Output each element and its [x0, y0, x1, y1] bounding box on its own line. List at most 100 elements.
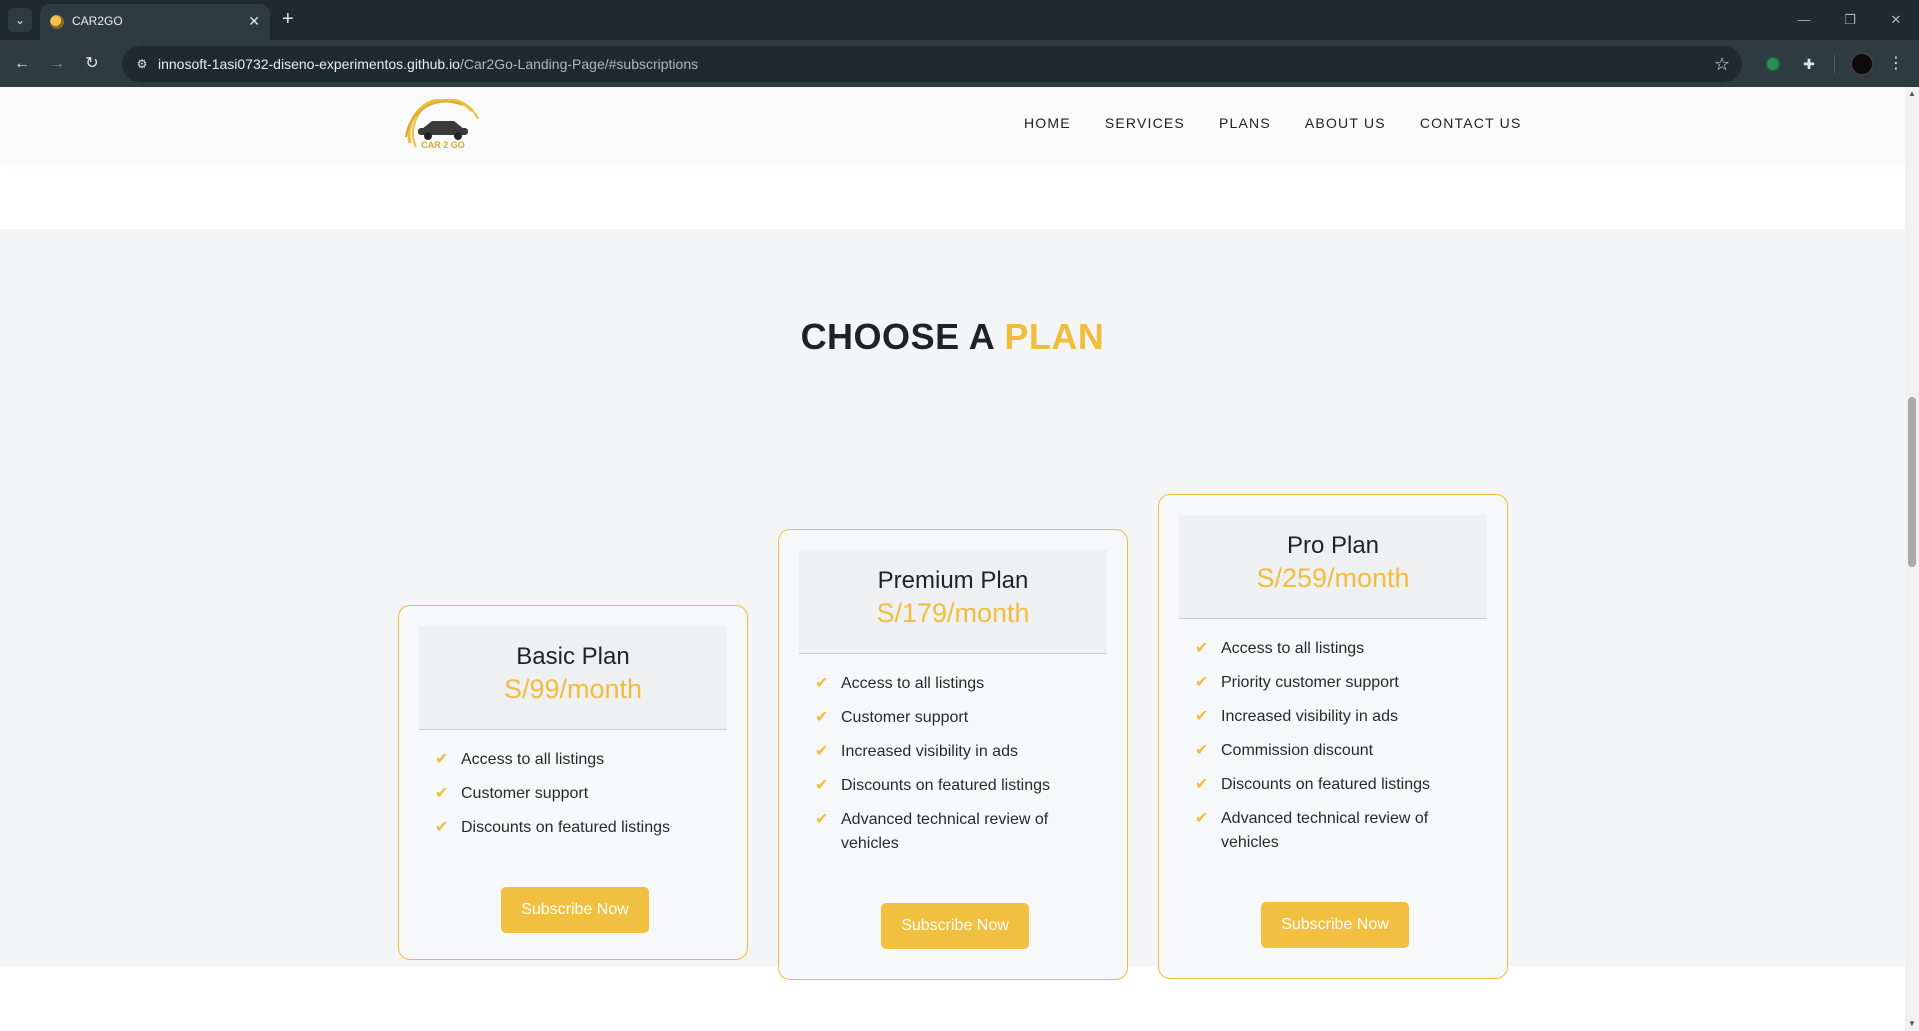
feature-item: ✔ Customer support — [435, 782, 725, 806]
feature-item: ✔ Access to all listings — [435, 748, 725, 772]
plan-price: S/179/month — [876, 598, 1030, 628]
close-tab-icon[interactable]: ✕ — [248, 12, 260, 30]
car2go-logo[interactable]: CAR 2 GO — [402, 97, 484, 155]
extensions-puzzle-icon[interactable]: ✚ — [1798, 53, 1820, 75]
back-arrow-icon[interactable]: ← — [10, 52, 34, 76]
forward-arrow-icon[interactable]: → — [45, 52, 69, 76]
plan-card-basic: Basic Plan S/99/month ✔ Access to all lis… — [398, 605, 748, 960]
browser-tab-car2go[interactable]: CAR2GO ✕ — [40, 4, 270, 40]
check-icon: ✔ — [815, 709, 829, 726]
main-navigation: HOME SERVICES PLANS ABOUT US CONTACT US — [1024, 115, 1522, 131]
feature-list: ✔ Access to all listings ✔ Priority custom… — [1195, 637, 1485, 865]
page-viewport: CAR 2 GO HOME SERVICES PLANS ABOUT US CO… — [0, 87, 1919, 1031]
feature-text: Increased visibility in ads — [1221, 708, 1398, 725]
feature-text: Access to all listings — [1221, 640, 1365, 657]
feature-item: ✔ Increased visibility in ads — [1195, 705, 1485, 729]
address-bar[interactable]: ⚙ innosoft-1asi0732-diseno-experimentos.… — [122, 46, 1742, 82]
feature-list: ✔ Access to all listings ✔ Customer suppor… — [435, 748, 725, 850]
check-icon: ✔ — [815, 743, 829, 760]
feature-item: ✔ Commission discount — [1195, 739, 1485, 763]
feature-text: Access to all listings — [841, 675, 985, 692]
check-icon: ✔ — [1195, 708, 1209, 725]
feature-item: ✔ Advanced technical review of vehicles — [815, 808, 1105, 856]
browser-menu-kebab-icon[interactable]: ⋮ — [1888, 52, 1904, 76]
tab-search-chevron-down-icon[interactable]: ⌄ — [8, 8, 32, 32]
subscribe-basic-button[interactable]: Subscribe Now — [501, 887, 649, 933]
green-extension-icon[interactable] — [1762, 53, 1784, 75]
feature-text: Priority customer support — [1221, 674, 1399, 691]
url-text[interactable]: innosoft-1asi0732-diseno-experimentos.gi… — [158, 56, 698, 72]
feature-text: Increased visibility in ads — [841, 743, 1018, 760]
plan-name: Premium Plan — [877, 567, 1029, 594]
reload-icon[interactable]: ↻ — [80, 52, 104, 76]
check-icon: ✔ — [815, 811, 829, 828]
plan-card-pro: Pro Plan S/259/month ✔ Access to all list… — [1158, 494, 1508, 979]
check-icon: ✔ — [1195, 810, 1209, 827]
feature-list: ✔ Access to all listings ✔ Customer suppor… — [815, 672, 1105, 866]
scrollbar-thumb[interactable] — [1908, 397, 1916, 567]
feature-item: ✔ Discounts on featured listings — [1195, 773, 1485, 797]
scroll-down-arrow-icon[interactable]: ▼ — [1907, 1019, 1917, 1029]
plan-price: S/99/month — [503, 674, 643, 704]
nav-plans[interactable]: PLANS — [1219, 115, 1271, 131]
feature-text: Advanced technical review of vehicles — [1221, 810, 1429, 851]
feature-text: Access to all listings — [461, 751, 605, 768]
new-tab-plus-icon[interactable]: + — [282, 8, 294, 30]
plan-price: S/259/month — [1256, 563, 1410, 593]
feature-text: Advanced technical review of vehicles — [841, 811, 1049, 852]
feature-item: ✔ Advanced technical review of vehicles — [1195, 807, 1485, 855]
plan-card-premium: Premium Plan S/179/month ✔ Access to all … — [778, 529, 1128, 980]
toolbar-divider — [1834, 55, 1835, 73]
check-icon: ✔ — [435, 785, 449, 802]
feature-text: Customer support — [841, 709, 969, 726]
check-icon: ✔ — [815, 675, 829, 692]
browser-tab-strip: ⌄ CAR2GO ✕ + — ❐ ✕ — [0, 0, 1919, 40]
feature-item: ✔ Priority customer support — [1195, 671, 1485, 695]
car2go-favicon-icon — [50, 15, 64, 29]
feature-item: ✔ Increased visibility in ads — [815, 740, 1105, 764]
check-icon: ✔ — [1195, 742, 1209, 759]
subscribe-pro-button[interactable]: Subscribe Now — [1261, 902, 1409, 948]
feature-item: ✔ Access to all listings — [1195, 637, 1485, 661]
page-scrollbar[interactable]: ▲ ▼ — [1905, 87, 1919, 1031]
feature-item: ✔ Customer support — [815, 706, 1105, 730]
check-icon: ✔ — [435, 819, 449, 836]
plan-name: Pro Plan — [1286, 532, 1380, 559]
check-icon: ✔ — [815, 777, 829, 794]
subscribe-premium-button[interactable]: Subscribe Now — [881, 903, 1029, 949]
section-title-main: CHOOSE A — [800, 316, 1005, 357]
scroll-up-arrow-icon[interactable]: ▲ — [1907, 89, 1917, 99]
url-path: /Car2Go-Landing-Page/#subscriptions — [459, 56, 699, 72]
feature-text: Customer support — [461, 785, 589, 802]
site-info-icon[interactable]: ⚙ — [132, 54, 152, 74]
close-window-icon[interactable]: ✕ — [1873, 0, 1919, 40]
url-host: innosoft-1asi0732-diseno-experimentos.gi… — [158, 56, 460, 72]
check-icon: ✔ — [435, 751, 449, 768]
check-icon: ✔ — [1195, 776, 1209, 793]
nav-contact-us[interactable]: CONTACT US — [1420, 115, 1522, 131]
section-title: CHOOSE A PLAN — [0, 316, 1905, 358]
check-icon: ✔ — [1195, 640, 1209, 657]
plan-header: Pro Plan S/259/month — [1179, 515, 1487, 619]
feature-item: ✔ Access to all listings — [815, 672, 1105, 696]
restore-icon[interactable]: ❐ — [1827, 0, 1873, 40]
feature-text: Discounts on featured listings — [1221, 776, 1430, 793]
nav-home[interactable]: HOME — [1024, 115, 1071, 131]
subscriptions-section: CHOOSE A PLAN Basic Plan S/99/month ✔ Acc… — [0, 229, 1905, 980]
feature-item: ✔ Discounts on featured listings — [815, 774, 1105, 798]
tab-title: CAR2GO — [72, 14, 123, 28]
bookmark-star-icon[interactable]: ☆ — [1714, 53, 1730, 75]
feature-text: Discounts on featured listings — [461, 819, 670, 836]
profile-avatar[interactable] — [1851, 53, 1873, 75]
logo-text: CAR 2 GO — [421, 140, 465, 150]
plan-header: Premium Plan S/179/month — [799, 550, 1107, 654]
plan-header: Basic Plan S/99/month — [419, 626, 727, 730]
nav-services[interactable]: SERVICES — [1105, 115, 1185, 131]
browser-toolbar: ← → ↻ ⚙ innosoft-1asi0732-diseno-experim… — [0, 40, 1919, 87]
minimize-icon[interactable]: — — [1781, 0, 1827, 40]
feature-item: ✔ Discounts on featured listings — [435, 816, 725, 840]
section-title-accent: PLAN — [1004, 316, 1105, 357]
feature-text: Commission discount — [1221, 742, 1374, 759]
nav-about-us[interactable]: ABOUT US — [1305, 115, 1386, 131]
feature-text: Discounts on featured listings — [841, 777, 1050, 794]
